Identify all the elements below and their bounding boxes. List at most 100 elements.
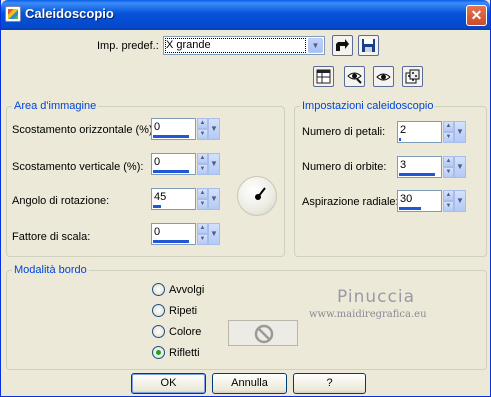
orbits-input[interactable]: 3 <box>397 156 442 178</box>
scale-factor-spinner[interactable]: 0 ▲ ▼ ▼ <box>151 223 221 245</box>
spin-up-icon[interactable]: ▲ <box>197 153 208 164</box>
petals-spinner[interactable]: 2 ▲ ▼ ▼ <box>397 121 467 143</box>
random-dice-icon <box>405 69 420 84</box>
radio-avvolgi[interactable] <box>152 283 165 296</box>
vertical-offset-label: Scostamento verticale (%): <box>12 161 144 173</box>
up-down-arrows[interactable]: ▲ ▼ <box>197 118 208 140</box>
angle-dial-control[interactable] <box>237 176 277 216</box>
eye-icon <box>376 73 391 81</box>
rotation-angle-value: 45 <box>154 191 167 203</box>
value-bar <box>399 207 421 210</box>
orbits-label: Numero di orbite: <box>302 161 387 173</box>
spin-up-icon[interactable]: ▲ <box>197 188 208 199</box>
radio-avvolgi-label[interactable]: Avvolgi <box>169 284 204 296</box>
border-mode-title: Modalità bordo <box>12 264 89 276</box>
chevron-down-icon[interactable]: ▼ <box>208 153 220 175</box>
radial-suction-label: Aspirazione radiale: <box>302 196 399 208</box>
spin-up-icon[interactable]: ▲ <box>443 156 454 167</box>
spin-down-icon[interactable]: ▼ <box>197 164 208 175</box>
radial-suction-value: 30 <box>400 193 413 205</box>
chevron-down-icon[interactable]: ▼ <box>308 38 323 53</box>
watermark-name: Pinuccia <box>337 287 415 307</box>
border-color-swatch[interactable] <box>228 320 298 346</box>
presets-label: Imp. predef.: <box>97 40 159 52</box>
vertical-offset-input[interactable]: 0 <box>151 153 196 175</box>
no-color-icon <box>254 324 274 344</box>
image-area-title: Area d'immagine <box>12 100 99 112</box>
radial-suction-input[interactable]: 30 <box>397 190 442 212</box>
up-down-arrows[interactable]: ▲ ▼ <box>443 156 454 178</box>
spin-down-icon[interactable]: ▼ <box>197 199 208 210</box>
horizontal-offset-spinner[interactable]: 0 ▲ ▼ ▼ <box>151 118 221 140</box>
rotation-angle-spinner[interactable]: 45 ▲ ▼ ▼ <box>151 188 221 210</box>
up-down-arrows[interactable]: ▲ ▼ <box>197 223 208 245</box>
eye-button[interactable] <box>373 66 394 87</box>
ok-button[interactable]: OK <box>131 373 206 394</box>
spin-down-icon[interactable]: ▼ <box>443 201 454 212</box>
disk-icon <box>362 39 375 52</box>
spin-up-icon[interactable]: ▲ <box>443 190 454 201</box>
randomize-button[interactable] <box>402 66 423 87</box>
chevron-down-icon[interactable]: ▼ <box>454 156 466 178</box>
value-bar <box>399 173 435 176</box>
save-preset-icon <box>336 39 349 51</box>
layout-button[interactable] <box>313 66 334 87</box>
up-down-arrows[interactable]: ▲ ▼ <box>443 121 454 143</box>
spin-down-icon[interactable]: ▼ <box>197 129 208 140</box>
spin-down-icon[interactable]: ▼ <box>443 167 454 178</box>
chevron-down-icon[interactable]: ▼ <box>208 188 220 210</box>
radio-ripeti[interactable] <box>152 304 165 317</box>
chevron-down-icon[interactable]: ▼ <box>454 190 466 212</box>
chevron-down-icon[interactable]: ▼ <box>454 121 466 143</box>
petals-input[interactable]: 2 <box>397 121 442 143</box>
help-button[interactable]: ? <box>293 373 366 394</box>
rotation-angle-label: Angolo di rotazione: <box>12 195 110 207</box>
value-bar <box>153 135 189 138</box>
app-icon <box>5 6 21 22</box>
scale-factor-value: 0 <box>154 226 161 238</box>
dialog-window: Caleidoscopio ✕ Imp. predef.: X grande ▼ <box>0 0 491 397</box>
presets-value: X grande <box>166 39 211 51</box>
spin-up-icon[interactable]: ▲ <box>197 118 208 129</box>
radio-ripeti-label[interactable]: Ripeti <box>169 305 197 317</box>
value-bar <box>399 138 401 141</box>
horizontal-offset-input[interactable]: 0 <box>151 118 196 140</box>
preview-eye-icon <box>347 72 362 84</box>
radio-rifletti-label[interactable]: Rifletti <box>169 347 200 359</box>
save-preset-button[interactable] <box>332 35 353 56</box>
value-bar <box>153 240 189 243</box>
watermark-site: www.maidiregrafica.eu <box>309 309 427 320</box>
vertical-offset-spinner[interactable]: 0 ▲ ▼ ▼ <box>151 153 221 175</box>
scale-factor-input[interactable]: 0 <box>151 223 196 245</box>
radial-suction-spinner[interactable]: 30 ▲ ▼ ▼ <box>397 190 467 212</box>
cancel-button[interactable]: Annulla <box>212 373 287 394</box>
close-icon[interactable]: ✕ <box>466 5 487 26</box>
layout-icon <box>316 69 331 84</box>
orbits-value: 3 <box>400 159 407 171</box>
up-down-arrows[interactable]: ▲ ▼ <box>443 190 454 212</box>
vertical-offset-value: 0 <box>154 156 161 168</box>
spin-up-icon[interactable]: ▲ <box>197 223 208 234</box>
value-bar <box>153 205 161 208</box>
up-down-arrows[interactable]: ▲ ▼ <box>197 188 208 210</box>
chevron-down-icon[interactable]: ▼ <box>208 118 220 140</box>
kaleidoscope-settings-title: Impostazioni caleidoscopio <box>300 100 436 112</box>
horizontal-offset-label: Scostamento orizzontale (%): <box>12 124 156 136</box>
orbits-spinner[interactable]: 3 ▲ ▼ ▼ <box>397 156 467 178</box>
radio-colore-label[interactable]: Colore <box>169 326 201 338</box>
spin-up-icon[interactable]: ▲ <box>443 121 454 132</box>
radio-colore[interactable] <box>152 325 165 338</box>
preview-toggle-button[interactable] <box>344 66 365 87</box>
horizontal-offset-value: 0 <box>154 121 161 133</box>
spin-down-icon[interactable]: ▼ <box>443 132 454 143</box>
angle-dial-icon <box>255 187 266 200</box>
spin-down-icon[interactable]: ▼ <box>197 234 208 245</box>
scale-factor-label: Fattore di scala: <box>12 231 91 243</box>
up-down-arrows[interactable]: ▲ ▼ <box>197 153 208 175</box>
radio-rifletti[interactable] <box>152 346 165 359</box>
presets-dropdown[interactable]: X grande ▼ <box>163 36 325 55</box>
save-button[interactable] <box>358 35 379 56</box>
rotation-angle-input[interactable]: 45 <box>151 188 196 210</box>
chevron-down-icon[interactable]: ▼ <box>208 223 220 245</box>
value-bar <box>153 170 189 173</box>
